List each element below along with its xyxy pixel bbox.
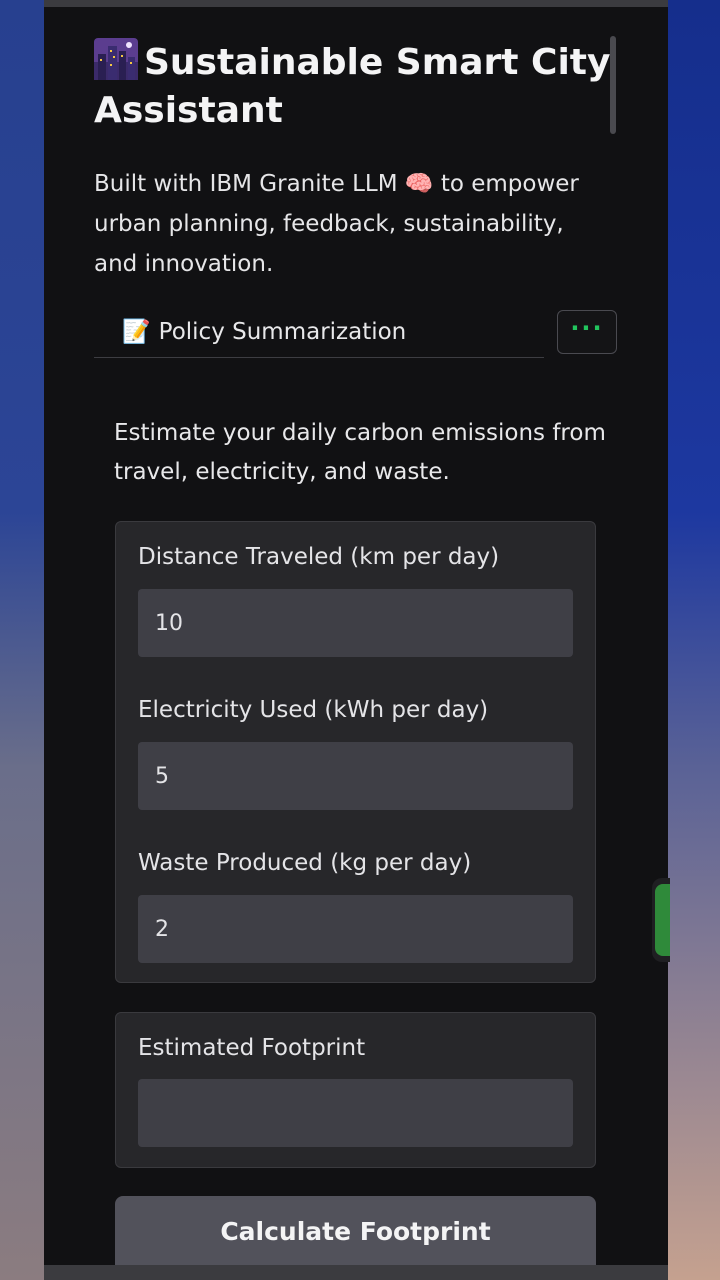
page-title: Sustainable Smart City Assistant	[94, 38, 614, 135]
distance-label: Distance Traveled (km per day)	[138, 544, 500, 570]
side-handle[interactable]	[652, 878, 670, 962]
waste-input[interactable]	[138, 895, 573, 963]
distance-input[interactable]	[138, 589, 573, 657]
title-text: Sustainable Smart City Assistant	[94, 42, 611, 131]
more-dots-icon: ···	[570, 314, 604, 342]
tab-label: Policy Summarization	[158, 319, 407, 345]
app-panel: Sustainable Smart City Assistant Built w…	[44, 0, 668, 1280]
memo-icon: 📝	[122, 319, 151, 345]
electricity-label: Electricity Used (kWh per day)	[138, 697, 489, 723]
background-right	[668, 0, 720, 1280]
waste-label: Waste Produced (kg per day)	[138, 850, 472, 876]
calculate-footprint-button[interactable]: Calculate Footprint	[115, 1196, 596, 1266]
panel-bottom-bar	[44, 1265, 668, 1280]
background-left	[0, 0, 44, 1280]
tab-bar: 📝 Policy Summarization ···	[94, 310, 618, 362]
more-tabs-button[interactable]: ···	[557, 310, 617, 354]
panel-top-bar	[44, 0, 668, 7]
side-handle-indicator	[655, 884, 670, 956]
input-form: Distance Traveled (km per day) Electrici…	[115, 521, 596, 983]
output-panel: Estimated Footprint	[115, 1012, 596, 1168]
electricity-input[interactable]	[138, 742, 573, 810]
tab-policy-summarization[interactable]: 📝 Policy Summarization	[94, 312, 544, 358]
app-subtitle: Built with IBM Granite LLM 🧠 to empower …	[94, 171, 579, 277]
city-night-icon	[94, 38, 138, 80]
footprint-label: Estimated Footprint	[138, 1035, 366, 1061]
footprint-output[interactable]	[138, 1079, 573, 1147]
calculator-description: Estimate your daily carbon emissions fro…	[114, 420, 606, 485]
